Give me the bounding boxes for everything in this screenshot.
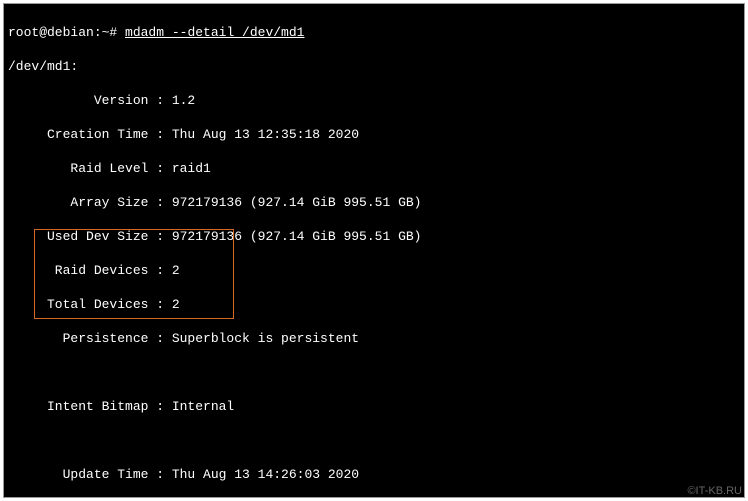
label-array-size: Array Size : — [8, 195, 172, 210]
label-persistence: Persistence : — [8, 331, 172, 346]
value-total-devices: 2 — [172, 297, 180, 312]
label-creation-time: Creation Time : — [8, 127, 172, 142]
blank-line-1 — [8, 364, 740, 381]
label-intent-bitmap: Intent Bitmap : — [8, 399, 172, 414]
value-used-dev-size: 972179136 (927.14 GiB 995.51 GB) — [172, 229, 422, 244]
value-creation-time: Thu Aug 13 12:35:18 2020 — [172, 127, 359, 142]
blank-line-2 — [8, 432, 740, 449]
row-raid-level: Raid Level : raid1 — [8, 160, 740, 177]
value-raid-devices: 2 — [172, 263, 180, 278]
output-device-line: /dev/md1: — [8, 58, 740, 75]
watermark: ©IT-KB.RU — [687, 485, 742, 497]
row-creation-time: Creation Time : Thu Aug 13 12:35:18 2020 — [8, 126, 740, 143]
label-used-dev-size: Used Dev Size : — [8, 229, 172, 244]
row-persistence: Persistence : Superblock is persistent — [8, 330, 740, 347]
prompt-line-1: root@debian:~# mdadm --detail /dev/md1 — [8, 24, 740, 41]
value-version: 1.2 — [172, 93, 195, 108]
value-array-size: 972179136 (927.14 GiB 995.51 GB) — [172, 195, 422, 210]
row-version: Version : 1.2 — [8, 92, 740, 109]
command-text: mdadm --detail /dev/md1 — [125, 25, 304, 40]
row-total-devices: Total Devices : 2 — [8, 296, 740, 313]
label-version: Version : — [8, 93, 172, 108]
row-intent-bitmap: Intent Bitmap : Internal — [8, 398, 740, 415]
row-update-time: Update Time : Thu Aug 13 14:26:03 2020 — [8, 466, 740, 483]
shell-prompt: root@debian:~# — [8, 25, 125, 40]
label-raid-devices: Raid Devices : — [8, 263, 172, 278]
label-raid-level: Raid Level : — [8, 161, 172, 176]
terminal-window[interactable]: root@debian:~# mdadm --detail /dev/md1 /… — [3, 3, 745, 498]
value-update-time: Thu Aug 13 14:26:03 2020 — [172, 467, 359, 482]
row-raid-devices: Raid Devices : 2 — [8, 262, 740, 279]
row-array-size: Array Size : 972179136 (927.14 GiB 995.5… — [8, 194, 740, 211]
row-used-dev-size: Used Dev Size : 972179136 (927.14 GiB 99… — [8, 228, 740, 245]
label-total-devices: Total Devices : — [8, 297, 172, 312]
value-raid-level: raid1 — [172, 161, 211, 176]
label-update-time: Update Time : — [8, 467, 172, 482]
value-intent-bitmap: Internal — [172, 399, 234, 414]
value-persistence: Superblock is persistent — [172, 331, 359, 346]
